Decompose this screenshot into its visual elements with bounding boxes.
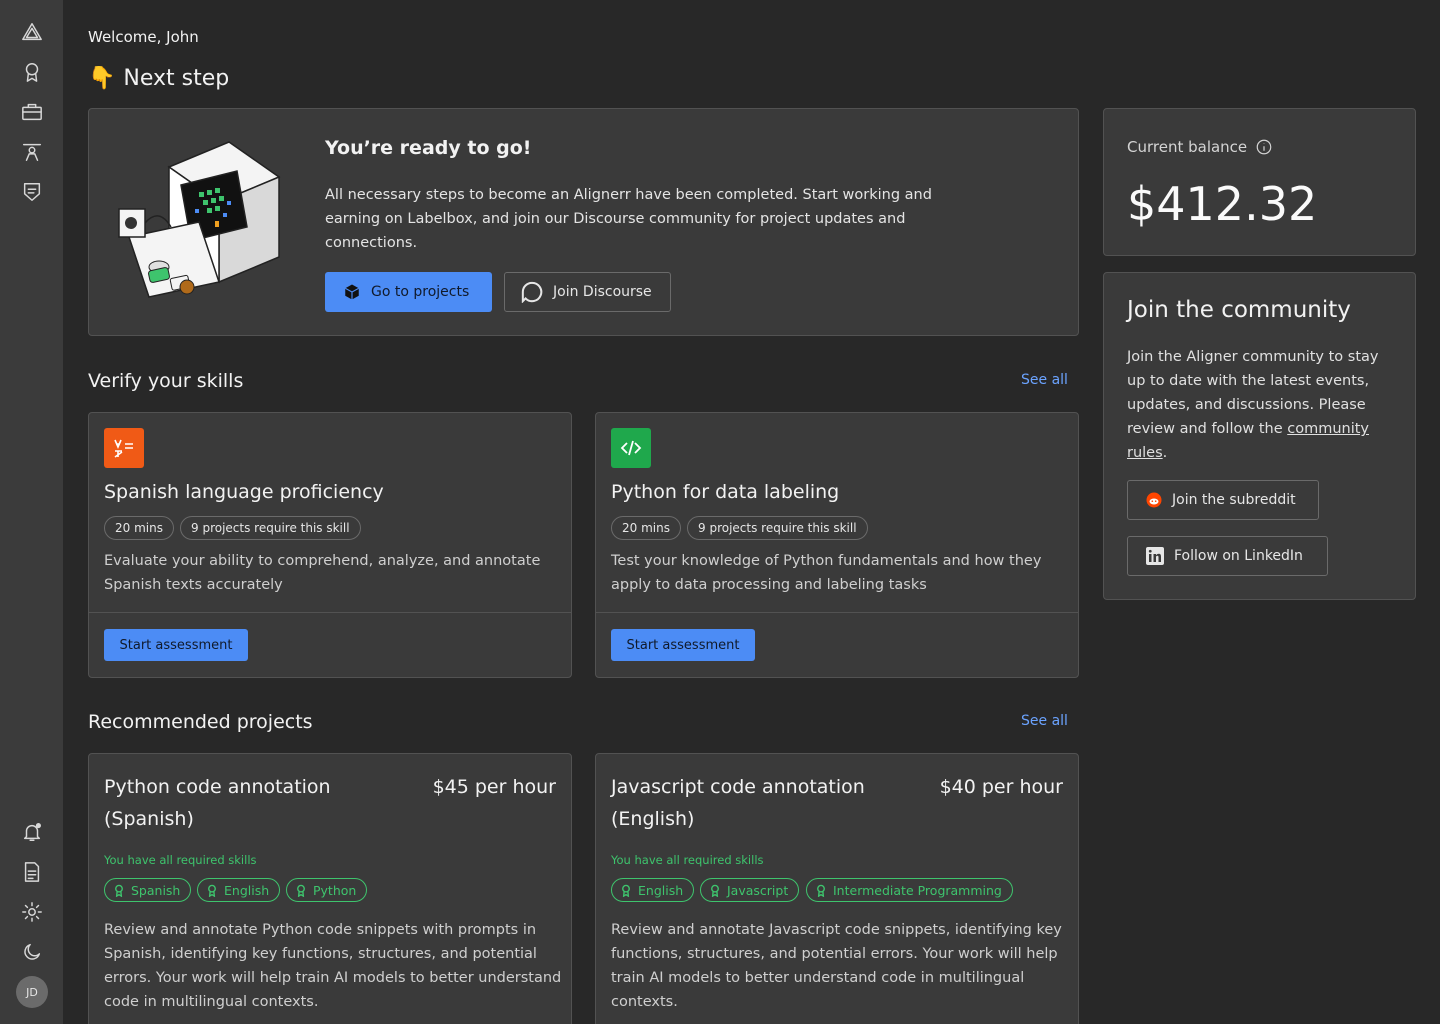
skill-card-python: Python for data labeling 20 mins 9 proje…: [595, 412, 1079, 678]
project-name: Javascript code annotation (English): [611, 776, 865, 830]
award-icon: [711, 884, 719, 897]
divider: [89, 612, 571, 613]
document-icon[interactable]: [20, 860, 44, 884]
balance-label: Current balance: [1127, 138, 1248, 156]
join-discourse-label: Join Discourse: [553, 284, 652, 300]
skills-see-all-link[interactable]: See all: [1021, 372, 1068, 388]
info-icon[interactable]: [1255, 138, 1273, 156]
join-subreddit-label: Join the subreddit: [1172, 492, 1296, 508]
welcome-text: Welcome, John: [88, 28, 199, 46]
award-icon: [817, 884, 825, 897]
briefcase-icon[interactable]: [20, 100, 44, 124]
go-to-projects-button[interactable]: Go to projects: [325, 272, 492, 312]
award-icon[interactable]: [20, 60, 44, 84]
join-discourse-button[interactable]: Join Discourse: [504, 272, 671, 312]
discourse-icon: [521, 281, 543, 303]
skill-description: Evaluate your ability to comprehend, ana…: [104, 553, 541, 593]
follow-linkedin-label: Follow on LinkedIn: [1174, 548, 1303, 564]
translate-icon: [104, 428, 144, 468]
skill-tag: English: [197, 878, 281, 902]
skill-card-spanish: Spanish language proficiency 20 mins 9 p…: [88, 412, 572, 678]
skill-tag-label: English: [638, 882, 684, 898]
project-description: Review and annotate Python code snippets…: [104, 922, 562, 1010]
skill-tag-label: Spanish: [131, 882, 181, 898]
ready-description: All necessary steps to become an Aligner…: [325, 187, 932, 251]
sidebar: JD: [0, 0, 63, 1024]
award-icon: [622, 884, 630, 897]
skill-tag: Javascript: [700, 878, 800, 902]
duration-pill: 20 mins: [104, 516, 174, 540]
ready-title: You’re ready to go!: [325, 137, 532, 159]
recommended-projects-title: Recommended projects: [88, 711, 313, 733]
skill-name: Python for data labeling: [611, 481, 840, 503]
community-title: Join the community: [1127, 297, 1351, 323]
divider: [596, 612, 1078, 613]
avatar[interactable]: JD: [16, 976, 48, 1008]
projects-count-pill: 9 projects require this skill: [180, 516, 361, 540]
project-name: Python code annotation (Spanish): [104, 776, 331, 830]
requirement-status: You have all required skills: [104, 853, 257, 867]
reddit-icon: [1146, 492, 1162, 508]
start-assessment-button[interactable]: Start assessment: [104, 629, 248, 661]
skill-name: Spanish language proficiency: [104, 481, 384, 503]
balance-label-row: Current balance: [1127, 138, 1273, 156]
duration-pill: 20 mins: [611, 516, 681, 540]
award-icon: [297, 884, 305, 897]
project-card-javascript[interactable]: Javascript code annotation (English) $40…: [595, 753, 1079, 1024]
linkedin-icon: [1146, 547, 1164, 565]
arcade-illustration-icon: [118, 141, 281, 298]
next-step-title: Next step: [123, 66, 230, 91]
skill-tag-label: Python: [313, 882, 357, 898]
teacher-icon[interactable]: [20, 140, 44, 164]
shield-icon[interactable]: [20, 180, 44, 204]
projects-see-all-link[interactable]: See all: [1021, 713, 1068, 729]
code-icon: [611, 428, 651, 468]
skill-tag: Intermediate Programming: [806, 878, 1013, 902]
ready-card: You’re ready to go! All necessary steps …: [88, 108, 1079, 336]
logo-icon[interactable]: [20, 20, 44, 44]
start-assessment-button[interactable]: Start assessment: [611, 629, 755, 661]
gear-icon[interactable]: [20, 900, 44, 924]
project-rate: $40 per hour: [939, 776, 1063, 798]
award-icon: [208, 884, 216, 897]
go-to-projects-label: Go to projects: [371, 284, 470, 300]
community-description-end: .: [1162, 445, 1168, 461]
skill-tag: Python: [286, 878, 368, 902]
community-card: Join the community Join the Aligner comm…: [1103, 272, 1416, 600]
project-description: Review and annotate Javascript code snip…: [611, 922, 1062, 1010]
balance-card: Current balance $412.32: [1103, 108, 1416, 256]
requirement-status: You have all required skills: [611, 853, 764, 867]
skill-tag-label: Javascript: [727, 882, 789, 898]
skill-description: Test your knowledge of Python fundamenta…: [611, 553, 1042, 593]
join-subreddit-button[interactable]: Join the subreddit: [1127, 480, 1319, 520]
community-description: Join the Aligner community to stay up to…: [1127, 345, 1397, 465]
bell-icon[interactable]: [20, 820, 44, 844]
balance-value: $412.32: [1127, 177, 1318, 231]
skill-tag-label: English: [224, 882, 270, 898]
skill-tag-label: Intermediate Programming: [833, 882, 1002, 898]
projects-count-pill: 9 projects require this skill: [687, 516, 868, 540]
next-step-heading: 👇 Next step: [88, 66, 229, 91]
skill-tag: Spanish: [104, 878, 192, 902]
project-rate: $45 per hour: [432, 776, 556, 798]
skill-tag: English: [611, 878, 695, 902]
follow-linkedin-button[interactable]: Follow on LinkedIn: [1127, 536, 1328, 576]
verify-skills-title: Verify your skills: [88, 370, 244, 392]
moon-icon[interactable]: [20, 940, 44, 964]
cube-icon: [344, 284, 360, 300]
award-icon: [115, 884, 123, 897]
pointing-down-icon: 👇: [88, 66, 116, 91]
project-card-python[interactable]: Python code annotation (Spanish) $45 per…: [88, 753, 572, 1024]
